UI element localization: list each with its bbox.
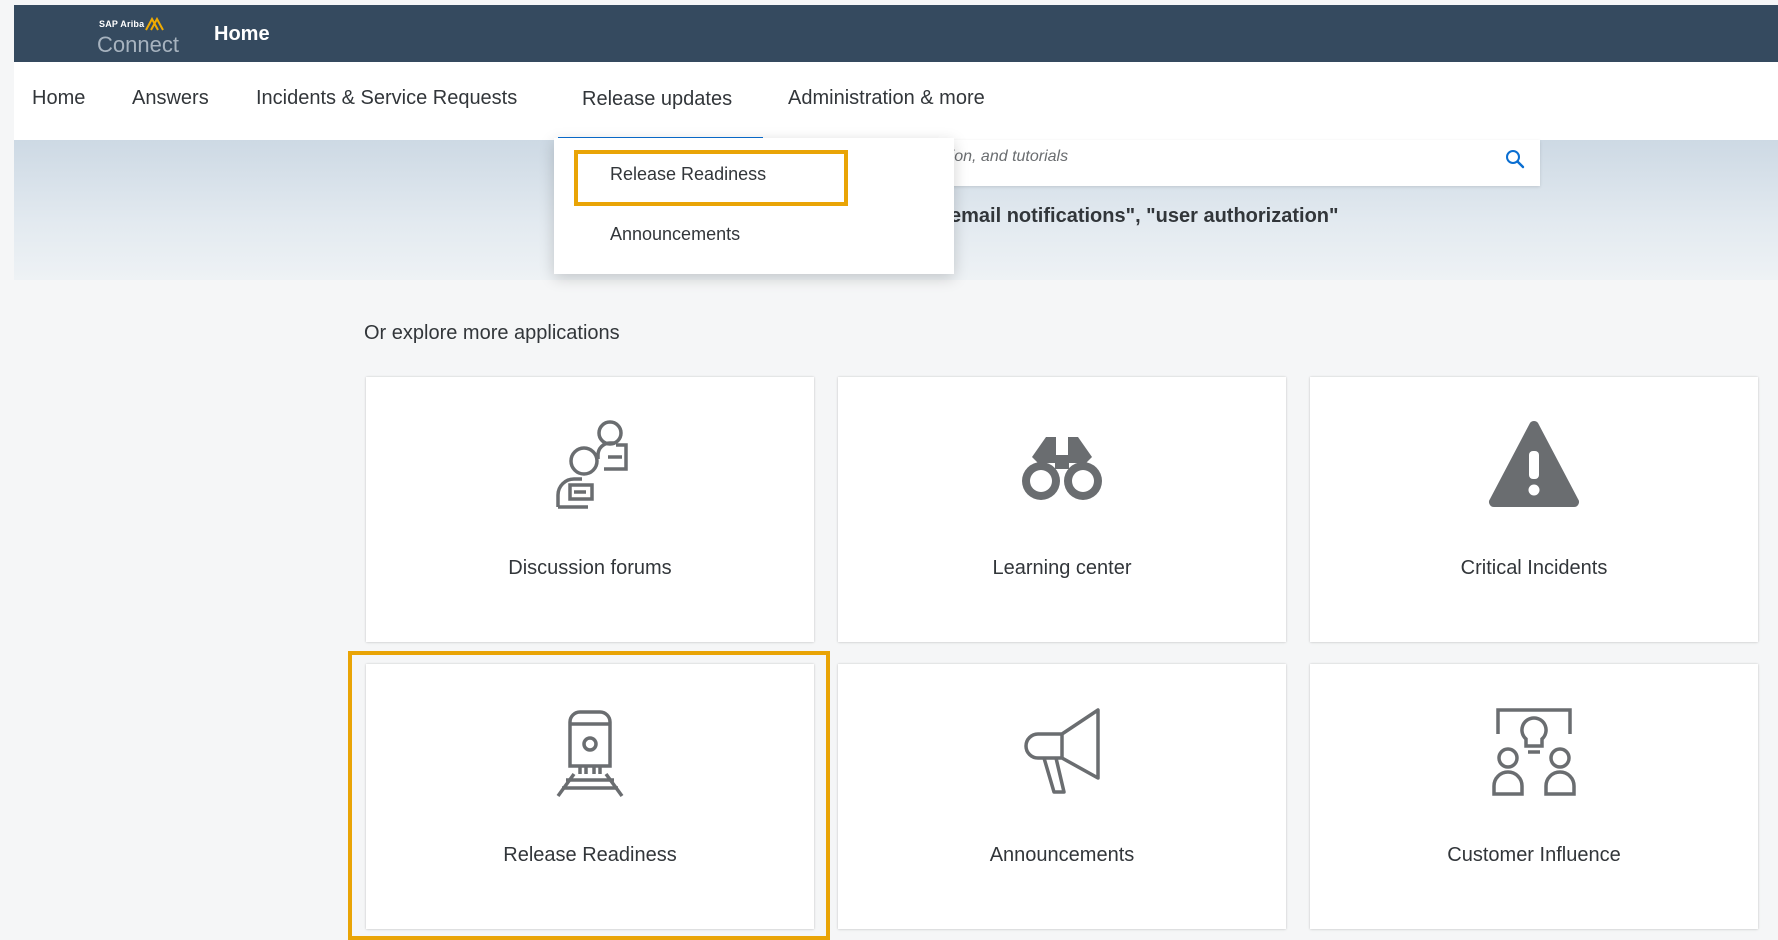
tile-announcements[interactable]: Announcements — [838, 664, 1286, 929]
nav-administration-more[interactable]: Administration & more — [788, 87, 985, 110]
shell-bar: SAP Ariba Connect Home — [14, 5, 1778, 62]
search-icon[interactable] — [1504, 148, 1526, 170]
tile-label: Release Readiness — [503, 844, 677, 866]
main-navigation: Home Answers Incidents & Service Request… — [14, 62, 1778, 140]
tile-learning-center[interactable]: Learning center — [838, 377, 1286, 642]
tile-customer-influence[interactable]: Customer Influence — [1310, 664, 1758, 929]
search-input[interactable]: ntation, and tutorials — [910, 140, 1540, 186]
nav-home[interactable]: Home — [32, 87, 85, 110]
search-hint: email notifications", "user authorizatio… — [950, 205, 1339, 227]
train-icon — [556, 710, 624, 798]
tile-label: Critical Incidents — [1460, 557, 1608, 579]
nav-answers[interactable]: Answers — [132, 87, 209, 110]
nav-incidents-service-requests[interactable]: Incidents & Service Requests — [256, 87, 517, 110]
brand-top-text: SAP Ariba — [99, 19, 145, 29]
tile-label: Customer Influence — [1447, 844, 1621, 866]
tile-critical-incidents[interactable]: Critical Incidents — [1310, 377, 1758, 642]
tile-discussion-forums[interactable]: Discussion forums — [366, 377, 814, 642]
release-updates-dropdown: Release Readiness Announcements — [554, 138, 954, 274]
dropdown-item-release-readiness[interactable]: Release Readiness — [610, 164, 766, 185]
nav-release-updates[interactable]: Release updates — [582, 88, 732, 111]
megaphone-icon — [1024, 708, 1100, 794]
discussion-forum-icon — [556, 420, 628, 509]
sap-ariba-connect-logo[interactable]: SAP Ariba Connect — [81, 13, 191, 57]
ariba-mark-icon — [145, 17, 164, 31]
binoculars-icon — [1022, 437, 1102, 500]
tile-release-readiness[interactable]: Release Readiness — [366, 664, 814, 929]
app-title: Home — [214, 23, 270, 45]
tile-label: Learning center — [992, 557, 1132, 579]
dropdown-item-announcements[interactable]: Announcements — [610, 224, 740, 245]
tile-label: Discussion forums — [508, 557, 672, 579]
tile-label: Announcements — [989, 844, 1135, 866]
warning-icon — [1489, 421, 1579, 507]
brand-name: Connect — [97, 32, 179, 57]
explore-title: Or explore more applications — [364, 322, 620, 344]
idea-group-icon — [1492, 708, 1576, 796]
